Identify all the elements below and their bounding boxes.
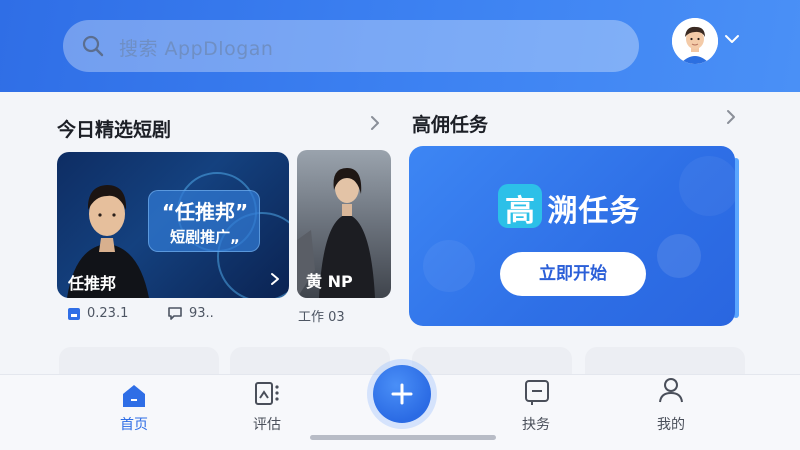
drama-card-placeholder (230, 347, 390, 377)
create-button[interactable] (373, 365, 431, 423)
tab-label: 抉务 (522, 417, 550, 433)
promo-title: “任推邦” (161, 200, 249, 224)
plus-icon (391, 383, 413, 405)
home-indicator (310, 435, 496, 440)
home-icon (123, 385, 145, 407)
search-input[interactable]: 搜索 AppDlogan (119, 34, 273, 61)
start-now-button[interactable]: 立即开始 (500, 252, 646, 296)
drama-stats-saves: 0.23.1 (67, 306, 128, 321)
drama-title: 任推邦 (68, 274, 117, 293)
task-card-placeholder (585, 347, 745, 377)
search-bar[interactable]: 搜索 AppDlogan (63, 20, 639, 72)
chevron-right-icon[interactable] (724, 108, 738, 126)
profile-icon (659, 378, 683, 403)
stat-value: 93.. (189, 306, 214, 321)
chevron-down-icon[interactable] (724, 33, 740, 45)
review-icon (255, 382, 279, 405)
stat-value: 工作 03 (298, 310, 345, 325)
promo-subtitle: 短剧推广„ (170, 228, 240, 246)
drama-stats-second: 工作 03 (298, 306, 345, 325)
avatar[interactable] (672, 18, 718, 64)
stat-value: 0.23.1 (87, 306, 129, 321)
drama-stats-comments: 93.. (167, 306, 214, 321)
task-card-title: 高 溯任务 (505, 194, 641, 229)
section-title-task: 高佣任务 (412, 114, 489, 136)
drama-card-placeholder (59, 347, 219, 377)
tab-label: 评估 (253, 417, 281, 433)
section-title-drama: 今日精选短剧 (57, 119, 172, 141)
task-card-decor (423, 156, 735, 292)
avatar-icon (672, 18, 718, 64)
search-icon (82, 35, 104, 57)
comment-icon (168, 307, 182, 320)
bookmark-icon (68, 307, 80, 320)
tab-label: 我的 (657, 417, 685, 433)
task-card[interactable] (409, 146, 735, 326)
task-card-placeholder (412, 347, 572, 377)
tab-label: 首页 (120, 417, 148, 433)
chevron-right-icon[interactable] (368, 114, 382, 132)
chevron-right-icon[interactable] (270, 272, 280, 286)
task-icon (525, 380, 549, 405)
drama-title: 黄 NP (306, 272, 353, 291)
